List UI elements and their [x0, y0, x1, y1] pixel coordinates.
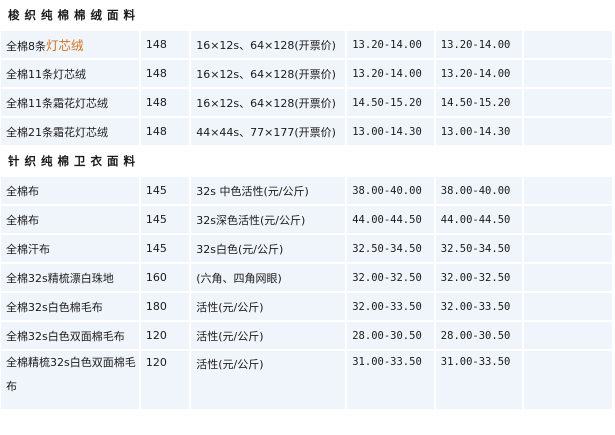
product-name-prefix: 全棉8条	[6, 40, 46, 53]
width-cell: 120	[140, 351, 190, 409]
price-cell: 32.00-32.50	[435, 264, 523, 291]
table-row: 全棉精梳32s白色双面棉毛布 120 活性(元/公斤) 31.00-33.50 …	[1, 351, 612, 409]
width-cell: 145	[140, 206, 190, 233]
section-header-row: 针织纯棉卫衣面料	[1, 147, 612, 175]
spec-cell: 16×12s、64×128(开票价)	[191, 31, 346, 58]
price-cell: 28.00-30.50	[435, 322, 523, 349]
section-title: 梭织纯棉棉绒面料	[1, 1, 612, 29]
product-name-cell: 全棉布	[1, 177, 139, 204]
spec-cell: (六角、四角网眼)	[191, 264, 346, 291]
price-cell: 32.00-33.50	[347, 293, 434, 320]
price-cell: 31.00-33.50	[347, 351, 434, 409]
price-cell: 13.00-14.30	[347, 118, 434, 145]
section-header-row: 梭织纯棉棉绒面料	[1, 1, 612, 29]
product-name-cell: 全棉32s精梳漂白珠地	[1, 264, 139, 291]
table-row: 全棉布 145 32s深色活性(元/公斤) 44.00-44.50 44.00-…	[1, 206, 612, 233]
empty-cell	[524, 264, 612, 291]
product-name-cell: 全棉32s白色棉毛布	[1, 293, 139, 320]
price-cell: 28.00-30.50	[347, 322, 434, 349]
empty-cell	[524, 177, 612, 204]
empty-cell	[524, 60, 612, 87]
width-cell: 148	[140, 60, 190, 87]
product-name-cell: 全棉11条灯芯绒	[1, 60, 139, 87]
empty-cell	[524, 322, 612, 349]
price-cell: 32.00-33.50	[435, 293, 523, 320]
width-cell: 148	[140, 89, 190, 116]
price-cell: 13.20-14.00	[347, 60, 434, 87]
spec-cell: 活性(元/公斤)	[191, 351, 346, 409]
price-cell: 38.00-40.00	[435, 177, 523, 204]
price-table: 梭织纯棉棉绒面料 全棉8条灯芯绒 148 16×12s、64×128(开票价) …	[0, 0, 614, 411]
spec-cell: 活性(元/公斤)	[191, 322, 346, 349]
width-cell: 145	[140, 177, 190, 204]
spec-cell: 16×12s、64×128(开票价)	[191, 60, 346, 87]
empty-cell	[524, 206, 612, 233]
price-cell: 13.00-14.30	[435, 118, 523, 145]
price-cell: 14.50-15.20	[347, 89, 434, 116]
empty-cell	[524, 235, 612, 262]
spec-cell: 32s深色活性(元/公斤)	[191, 206, 346, 233]
table-row: 全棉21条霜花灯芯绒 148 44×44s、77×177(开票价) 13.00-…	[1, 118, 612, 145]
product-name-cell: 全棉精梳32s白色双面棉毛布	[1, 351, 139, 409]
width-cell: 148	[140, 31, 190, 58]
width-cell: 120	[140, 322, 190, 349]
width-cell: 160	[140, 264, 190, 291]
table-row: 全棉32s白色双面棉毛布 120 活性(元/公斤) 28.00-30.50 28…	[1, 322, 612, 349]
price-cell: 38.00-40.00	[347, 177, 434, 204]
product-name-cell: 全棉11条霜花灯芯绒	[1, 89, 139, 116]
price-cell: 32.50-34.50	[435, 235, 523, 262]
spec-cell: 32s 中色活性(元/公斤)	[191, 177, 346, 204]
width-cell: 148	[140, 118, 190, 145]
table-row: 全棉32s白色棉毛布 180 活性(元/公斤) 32.00-33.50 32.0…	[1, 293, 612, 320]
price-cell: 44.00-44.50	[347, 206, 434, 233]
price-cell: 32.50-34.50	[347, 235, 434, 262]
empty-cell	[524, 118, 612, 145]
width-cell: 145	[140, 235, 190, 262]
empty-cell	[524, 31, 612, 58]
product-name-cell: 全棉32s白色双面棉毛布	[1, 322, 139, 349]
table-row: 全棉8条灯芯绒 148 16×12s、64×128(开票价) 13.20-14.…	[1, 31, 612, 58]
product-name-highlight: 灯芯绒	[46, 38, 84, 53]
price-cell: 13.20-14.00	[435, 31, 523, 58]
price-cell: 13.20-14.00	[435, 60, 523, 87]
price-cell: 14.50-15.20	[435, 89, 523, 116]
price-cell: 44.00-44.50	[435, 206, 523, 233]
empty-cell	[524, 89, 612, 116]
product-name-cell: 全棉8条灯芯绒	[1, 31, 139, 58]
spec-cell: 活性(元/公斤)	[191, 293, 346, 320]
table-row: 全棉布 145 32s 中色活性(元/公斤) 38.00-40.00 38.00…	[1, 177, 612, 204]
price-cell: 31.00-33.50	[435, 351, 523, 409]
table-row: 全棉32s精梳漂白珠地 160 (六角、四角网眼) 32.00-32.50 32…	[1, 264, 612, 291]
table-row: 全棉11条霜花灯芯绒 148 16×12s、64×128(开票价) 14.50-…	[1, 89, 612, 116]
width-cell: 180	[140, 293, 190, 320]
product-name-cell: 全棉布	[1, 206, 139, 233]
empty-cell	[524, 293, 612, 320]
section-title: 针织纯棉卫衣面料	[1, 147, 612, 175]
spec-cell: 16×12s、64×128(开票价)	[191, 89, 346, 116]
table-row: 全棉汗布 145 32s白色(元/公斤) 32.50-34.50 32.50-3…	[1, 235, 612, 262]
product-name-cell: 全棉21条霜花灯芯绒	[1, 118, 139, 145]
table-row: 全棉11条灯芯绒 148 16×12s、64×128(开票价) 13.20-14…	[1, 60, 612, 87]
empty-cell	[524, 351, 612, 409]
spec-cell: 32s白色(元/公斤)	[191, 235, 346, 262]
product-name-cell: 全棉汗布	[1, 235, 139, 262]
price-cell: 32.00-32.50	[347, 264, 434, 291]
spec-cell: 44×44s、77×177(开票价)	[191, 118, 346, 145]
price-cell: 13.20-14.00	[347, 31, 434, 58]
